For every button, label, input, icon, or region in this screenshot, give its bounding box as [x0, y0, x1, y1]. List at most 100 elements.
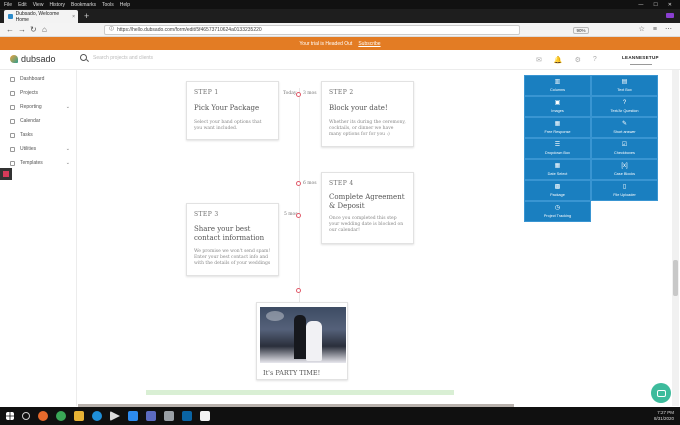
- bookmark-star-icon[interactable]: ☆: [639, 24, 645, 36]
- library-icon[interactable]: ≡: [653, 24, 657, 36]
- new-tab-button[interactable]: +: [84, 11, 89, 21]
- menu-view[interactable]: View: [33, 2, 44, 8]
- extension-icon[interactable]: [666, 13, 674, 18]
- sidebar-item-reporting[interactable]: Reporting ⌄: [10, 104, 70, 110]
- block-images[interactable]: ▣ Images: [524, 96, 591, 117]
- image-icon: ▣: [554, 100, 561, 106]
- add-section-bar[interactable]: [146, 390, 454, 395]
- search-area[interactable]: Search projects and clients: [80, 54, 153, 61]
- dropdown-icon: ☰: [554, 142, 561, 148]
- page-scrollbar[interactable]: [672, 70, 679, 406]
- sidebar-item-projects[interactable]: Projects: [10, 90, 70, 96]
- subscribe-link[interactable]: Subscribe: [358, 41, 380, 47]
- tab-close-icon[interactable]: ×: [72, 14, 78, 20]
- menu-bookmarks[interactable]: Bookmarks: [71, 2, 96, 8]
- block-date-select[interactable]: ▦ Date Select: [524, 159, 591, 180]
- scrollbar-thumb[interactable]: [673, 260, 678, 296]
- checkbox-icon: ☑: [621, 142, 628, 148]
- search-taskbar-icon[interactable]: [22, 412, 30, 420]
- step-card-1[interactable]: STEP 1 Pick Your Package Select your ban…: [186, 81, 279, 140]
- block-panel: ▥ Columns ▤ Text Box ▣ Images ? Text/Ar …: [524, 75, 659, 225]
- system-clock[interactable]: 7:27 PM 8/31/2020: [654, 410, 674, 422]
- browser-tab[interactable]: Dubsado, Welcome Home ×: [4, 10, 78, 23]
- minimize-icon[interactable]: —: [638, 2, 643, 8]
- edge-taskbar-icon[interactable]: [92, 411, 102, 421]
- sidebar-item-label: Templates: [20, 160, 43, 166]
- photos-taskbar-icon[interactable]: [164, 411, 174, 421]
- notes-taskbar-icon[interactable]: [200, 411, 210, 421]
- windows-start-icon[interactable]: [6, 412, 14, 420]
- brand-underline: [630, 62, 652, 65]
- mail-icon[interactable]: ✉: [536, 56, 542, 64]
- party-card[interactable]: It's PARTY TIME!: [256, 302, 348, 380]
- firefox-taskbar-icon[interactable]: [38, 411, 48, 421]
- menu-edit[interactable]: Edit: [18, 2, 27, 8]
- menu-history[interactable]: History: [49, 2, 65, 8]
- forward-button[interactable]: →: [18, 24, 26, 36]
- folder-taskbar-icon[interactable]: [74, 411, 84, 421]
- home-button[interactable]: ⌂: [42, 24, 47, 36]
- menu-tools[interactable]: Tools: [102, 2, 114, 8]
- block-case-blocks[interactable]: [x] Case Blocks: [591, 159, 658, 180]
- step-number: STEP 2: [329, 89, 354, 96]
- word-taskbar-icon[interactable]: [182, 411, 192, 421]
- help-icon[interactable]: ?: [593, 56, 597, 64]
- chat-bubble-icon: [656, 389, 666, 397]
- chat-button[interactable]: [651, 383, 671, 403]
- app-taskbar-icon[interactable]: [128, 411, 138, 421]
- side-extension-icon[interactable]: [0, 168, 12, 180]
- block-file-uploader[interactable]: ▯ File Uploader: [591, 180, 658, 201]
- block-question[interactable]: ? Text/Ar Question: [591, 96, 658, 117]
- gear-icon[interactable]: ⚙: [575, 56, 581, 64]
- maximize-icon[interactable]: ☐: [653, 2, 657, 8]
- brand-name[interactable]: LEANNESETUP: [622, 55, 659, 60]
- menu-help[interactable]: Help: [120, 2, 130, 8]
- mail-taskbar-icon[interactable]: [146, 411, 156, 421]
- timeline-line: [299, 88, 300, 308]
- menu-bar: File Edit View History Bookmarks Tools H…: [0, 0, 680, 9]
- overflow-menu-icon[interactable]: ⋯: [665, 24, 672, 36]
- zoom-level[interactable]: 90%: [573, 27, 589, 34]
- wedding-photo: [260, 307, 346, 363]
- step-card-2[interactable]: STEP 2 Block your date! Whether its duri…: [321, 81, 414, 147]
- block-label: Short answer: [613, 130, 636, 134]
- timeline-label-6mos: 6 mos: [303, 181, 317, 186]
- block-free-response[interactable]: ▦ Free Response: [524, 117, 591, 138]
- media-taskbar-icon[interactable]: [110, 411, 120, 421]
- lock-icon: 🛈: [109, 26, 115, 32]
- dubsado-logo[interactable]: dubsado: [10, 54, 56, 64]
- tab-bar: Dubsado, Welcome Home × +: [0, 9, 680, 23]
- reload-button[interactable]: ↻: [30, 24, 37, 36]
- sidebar-item-label: Utilities: [20, 146, 37, 152]
- block-project-tracking[interactable]: ◷ Project Tracking: [524, 201, 591, 222]
- block-short-answer[interactable]: ✎ Short answer: [591, 117, 658, 138]
- sidebar-item-utilities[interactable]: Utilities ⌄: [10, 146, 70, 152]
- block-dropdown[interactable]: ☰ Dropdown Box: [524, 138, 591, 159]
- sidebar-item-tasks[interactable]: Tasks: [10, 132, 70, 138]
- block-text-box[interactable]: ▤ Text Box: [591, 75, 658, 96]
- block-columns[interactable]: ▥ Columns: [524, 75, 591, 96]
- block-package[interactable]: ▩ Package: [524, 180, 591, 201]
- text-box-icon: ▤: [621, 79, 628, 85]
- block-checkboxes[interactable]: ☑ Checkboxes: [591, 138, 658, 159]
- step-card-3[interactable]: STEP 3 Share your best contact informati…: [186, 203, 279, 276]
- sidebar-item-dashboard[interactable]: Dashboard: [10, 76, 70, 82]
- bell-icon[interactable]: 🔔: [554, 56, 563, 64]
- block-label: Columns: [550, 88, 565, 92]
- chrome-taskbar-icon[interactable]: [56, 411, 66, 421]
- back-button[interactable]: ←: [6, 24, 14, 36]
- timeline-dot: [296, 181, 301, 186]
- sidebar-item-calendar[interactable]: Calendar: [10, 118, 70, 124]
- block-label: Case Blocks: [613, 172, 636, 176]
- step-card-4[interactable]: STEP 4 Complete Agreement & Deposit Once…: [321, 172, 414, 244]
- chevron-down-icon: ⌄: [65, 146, 70, 152]
- sidebar-item-templates[interactable]: Templates ⌄: [10, 160, 70, 166]
- menu-file[interactable]: File: [4, 2, 12, 8]
- dubsado-favicon-icon: [8, 14, 13, 19]
- close-window-icon[interactable]: ✕: [668, 2, 672, 8]
- url-bar[interactable]: 🛈 https://hello.dubsado.com/form/edit/5f…: [104, 25, 589, 35]
- sidebar-item-label: Calendar: [20, 118, 41, 124]
- search-input[interactable]: Search projects and clients: [93, 55, 153, 61]
- sidebar-item-label: Dashboard: [20, 76, 45, 82]
- dubsado-logo-icon: [10, 55, 18, 63]
